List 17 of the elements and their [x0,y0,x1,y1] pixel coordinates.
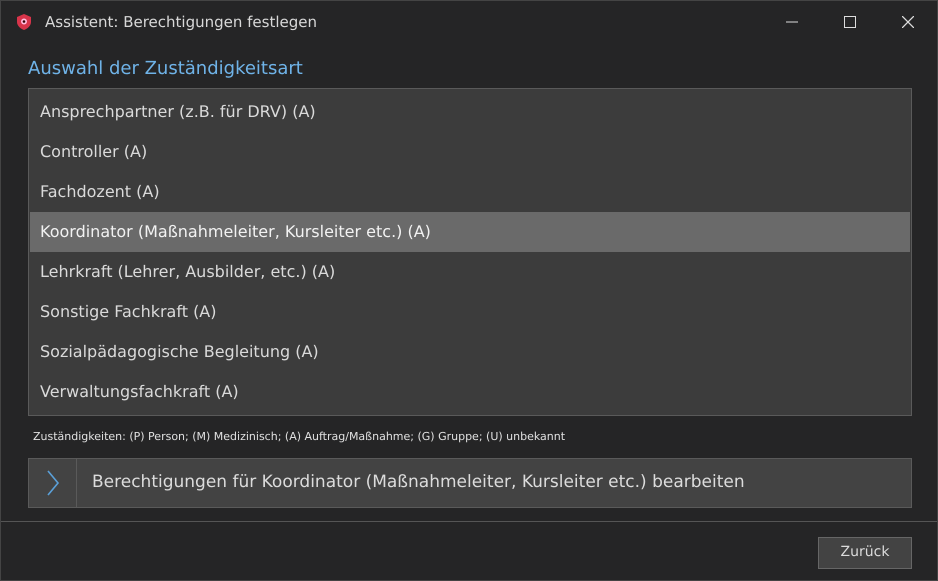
list-item[interactable]: Fachdozent (A) [30,172,910,212]
legend-text: Zuständigkeiten: (P) Person; (M) Medizinisch; (A) Auftrag/Maßnahme; (G) Gruppe; (U) unbekannt [33,429,566,445]
list-item[interactable]: Ansprechpartner (z.B. für DRV) (A) [30,92,910,132]
close-icon[interactable] [902,16,914,28]
section-heading: Auswahl der Zuständigkeitsart [28,57,304,81]
list-item[interactable]: Lehrkraft (Lehrer, Ausbilder, etc.) (A) [30,252,910,292]
list-item[interactable]: Koordinator (Maßnahmeleiter, Kursleiter etc.) (A) [30,212,910,252]
list-item[interactable]: Sonstige Fachkraft (A) [30,292,910,332]
edit-permissions-button[interactable]: Berechtigungen für Koordinator (Maßnahmeleiter, Kursleiter etc.) bearbeiten [28,458,912,508]
window-title: Assistent: Berechtigungen festlegen [45,12,317,33]
chevron-right-icon [46,470,60,496]
back-button[interactable]: Zurück [818,536,912,568]
list-item[interactable]: Sozialpädagogische Begleitung (A) [30,332,910,372]
list-item[interactable]: Verwaltungsfachkraft (A) [30,372,910,412]
maximize-icon[interactable] [844,16,856,28]
list-item[interactable]: Controller (A) [30,132,910,172]
shield-icon [15,13,33,31]
